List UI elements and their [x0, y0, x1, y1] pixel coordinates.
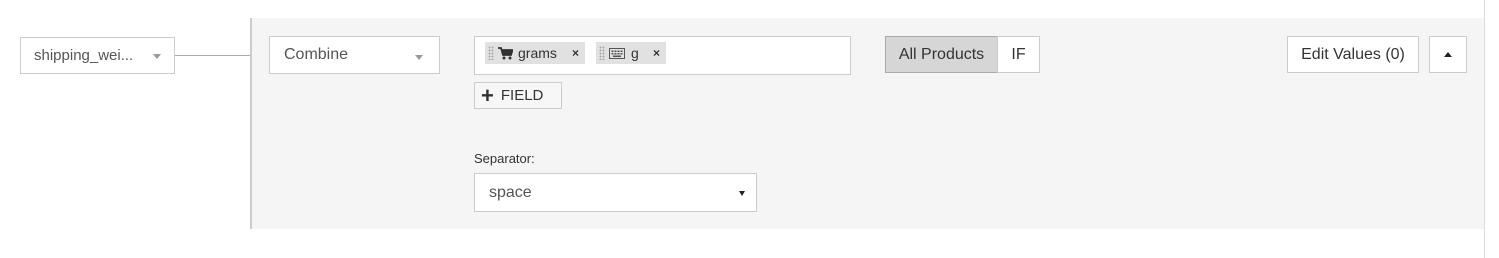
collapse-button[interactable] [1429, 36, 1467, 73]
caret-up-icon [1444, 52, 1452, 57]
separator-label: Separator: [474, 151, 535, 166]
if-toggle[interactable]: IF [997, 36, 1040, 73]
connector-line [175, 55, 251, 56]
caret-down-icon [153, 54, 161, 59]
separator-select[interactable]: space [474, 173, 757, 212]
plus-icon: + [481, 82, 494, 108]
caret-down-icon [739, 191, 745, 196]
field-tag[interactable]: grams × [485, 42, 585, 64]
add-field-label: FIELD [500, 87, 544, 104]
field-tag-label: grams [518, 45, 557, 61]
field-tag[interactable]: g × [596, 42, 666, 64]
drag-handle-icon[interactable] [488, 46, 494, 60]
field-tag-label: g [631, 45, 639, 61]
operation-select[interactable]: Combine [269, 36, 440, 74]
operation-select-value: Combine [284, 46, 349, 63]
container-edge [1484, 0, 1485, 258]
fields-input[interactable]: grams × g × [474, 36, 851, 75]
remove-tag-icon[interactable]: × [572, 46, 579, 60]
cart-icon [498, 46, 513, 59]
edit-values-button[interactable]: Edit Values (0) [1287, 36, 1419, 73]
all-products-toggle[interactable]: All Products [885, 36, 998, 73]
field-selector-value: shipping_wei... [34, 47, 134, 64]
caret-down-icon [415, 55, 423, 60]
separator-select-value: space [489, 183, 532, 201]
add-field-button[interactable]: + FIELD [474, 82, 562, 109]
field-selector[interactable]: shipping_wei... [20, 37, 175, 74]
remove-tag-icon[interactable]: × [653, 46, 660, 60]
drag-handle-icon[interactable] [599, 46, 605, 60]
keyboard-icon [609, 47, 625, 59]
